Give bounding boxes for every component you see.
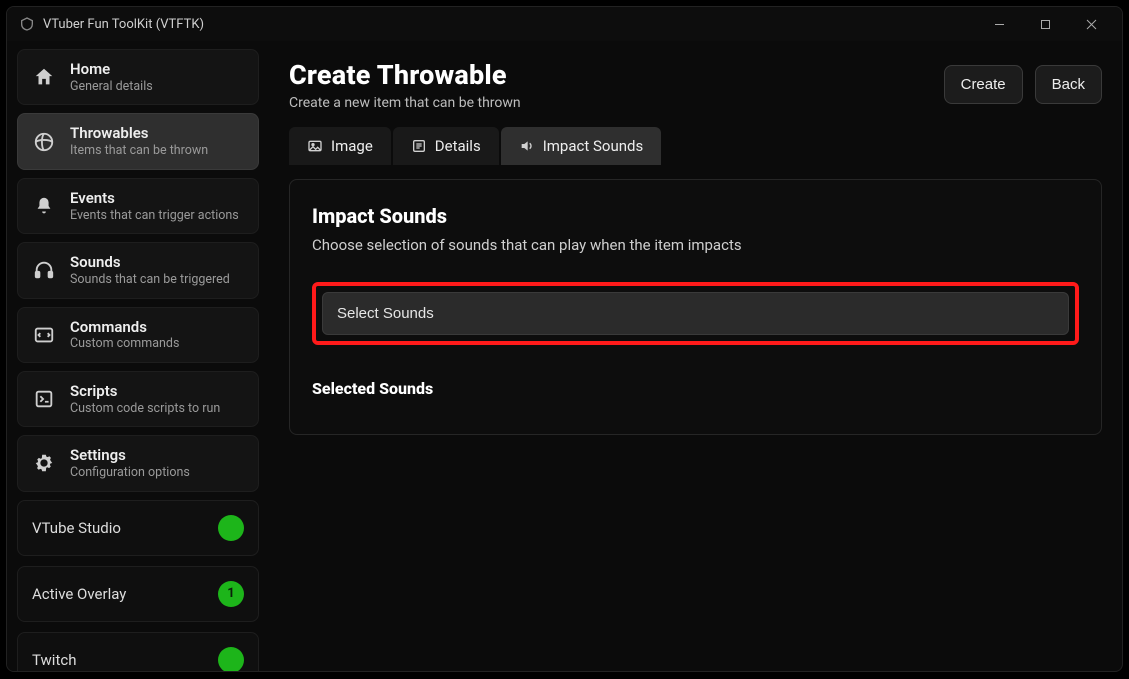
code-icon bbox=[30, 321, 58, 349]
sidebar-item-events[interactable]: Events Events that can trigger actions bbox=[17, 178, 259, 234]
panel-title: Impact Sounds bbox=[312, 204, 1079, 228]
nav-label: Home bbox=[70, 60, 153, 79]
script-icon bbox=[30, 385, 58, 413]
tab-image[interactable]: Image bbox=[289, 127, 391, 165]
status-badge: 1 bbox=[218, 581, 244, 607]
body: Home General details Throwables Items th… bbox=[7, 41, 1122, 671]
sidebar-item-throwables[interactable]: Throwables Items that can be thrown bbox=[17, 113, 259, 169]
nav-text: Commands Custom commands bbox=[70, 318, 179, 352]
app-icon bbox=[19, 16, 35, 32]
header-actions: Create Back bbox=[944, 65, 1102, 104]
nav-label: Settings bbox=[70, 446, 190, 465]
sidebar: Home General details Throwables Items th… bbox=[7, 41, 269, 671]
select-sounds-button[interactable]: Select Sounds bbox=[322, 292, 1069, 335]
nav-text: Settings Configuration options bbox=[70, 446, 190, 480]
app-window: VTuber Fun ToolKit (VTFTK) Home General … bbox=[6, 6, 1123, 672]
gear-icon bbox=[30, 449, 58, 477]
back-button[interactable]: Back bbox=[1035, 65, 1102, 104]
nav-sublabel: Configuration options bbox=[70, 465, 190, 481]
tabs: Image Details Impact Sounds bbox=[289, 127, 1102, 165]
ball-icon bbox=[30, 128, 58, 156]
window-title: VTuber Fun ToolKit (VTFTK) bbox=[43, 17, 976, 32]
nav-text: Throwables Items that can be thrown bbox=[70, 124, 208, 158]
nav-sublabel: Sounds that can be triggered bbox=[70, 272, 230, 288]
status-twitch[interactable]: Twitch bbox=[17, 632, 259, 672]
sound-icon bbox=[519, 138, 535, 154]
select-sounds-highlight: Select Sounds bbox=[312, 282, 1079, 345]
tab-label: Image bbox=[331, 137, 373, 155]
nav-sublabel: Custom code scripts to run bbox=[70, 401, 220, 417]
home-icon bbox=[30, 63, 58, 91]
page-subtitle: Create a new item that can be thrown bbox=[289, 95, 521, 111]
status-active-overlay[interactable]: Active Overlay 1 bbox=[17, 566, 259, 622]
window-buttons bbox=[976, 7, 1114, 41]
nav-label: Events bbox=[70, 189, 239, 208]
panel-subtitle: Choose selection of sounds that can play… bbox=[312, 236, 1079, 254]
impact-sounds-panel: Impact Sounds Choose selection of sounds… bbox=[289, 179, 1102, 435]
status-vtube-studio[interactable]: VTube Studio bbox=[17, 500, 259, 556]
sidebar-item-settings[interactable]: Settings Configuration options bbox=[17, 435, 259, 491]
image-icon bbox=[307, 138, 323, 154]
nav-label: Scripts bbox=[70, 382, 220, 401]
tab-label: Impact Sounds bbox=[543, 137, 644, 155]
maximize-button[interactable] bbox=[1022, 7, 1068, 41]
status-label: VTube Studio bbox=[32, 519, 121, 537]
status-label: Active Overlay bbox=[32, 585, 126, 603]
nav-label: Throwables bbox=[70, 124, 208, 143]
header-left: Create Throwable Create a new item that … bbox=[289, 59, 521, 111]
sidebar-item-home[interactable]: Home General details bbox=[17, 49, 259, 105]
nav-sublabel: Items that can be thrown bbox=[70, 143, 208, 159]
nav-text: Home General details bbox=[70, 60, 153, 94]
tab-details[interactable]: Details bbox=[393, 127, 499, 165]
tab-label: Details bbox=[435, 137, 481, 155]
nav-label: Commands bbox=[70, 318, 179, 337]
status-group: VTube Studio Active Overlay 1 Twitch bbox=[17, 500, 259, 672]
sidebar-item-commands[interactable]: Commands Custom commands bbox=[17, 307, 259, 363]
nav-label: Sounds bbox=[70, 253, 230, 272]
titlebar: VTuber Fun ToolKit (VTFTK) bbox=[7, 7, 1122, 41]
status-label: Twitch bbox=[32, 651, 76, 669]
nav-sublabel: General details bbox=[70, 79, 153, 95]
page-title: Create Throwable bbox=[289, 59, 521, 91]
status-dot-icon bbox=[218, 515, 244, 541]
details-icon bbox=[411, 138, 427, 154]
bell-icon bbox=[30, 192, 58, 220]
create-button[interactable]: Create bbox=[944, 65, 1023, 104]
nav-text: Scripts Custom code scripts to run bbox=[70, 382, 220, 416]
nav-text: Sounds Sounds that can be triggered bbox=[70, 253, 230, 287]
minimize-button[interactable] bbox=[976, 7, 1022, 41]
main: Create Throwable Create a new item that … bbox=[269, 41, 1122, 671]
page-header: Create Throwable Create a new item that … bbox=[289, 59, 1102, 111]
nav-sublabel: Custom commands bbox=[70, 336, 179, 352]
nav-sublabel: Events that can trigger actions bbox=[70, 208, 239, 224]
status-dot-icon bbox=[218, 647, 244, 672]
sidebar-item-sounds[interactable]: Sounds Sounds that can be triggered bbox=[17, 242, 259, 298]
selected-sounds-heading: Selected Sounds bbox=[312, 379, 1079, 398]
sidebar-item-scripts[interactable]: Scripts Custom code scripts to run bbox=[17, 371, 259, 427]
headphones-icon bbox=[30, 256, 58, 284]
close-button[interactable] bbox=[1068, 7, 1114, 41]
tab-impact-sounds[interactable]: Impact Sounds bbox=[501, 127, 662, 165]
nav-text: Events Events that can trigger actions bbox=[70, 189, 239, 223]
